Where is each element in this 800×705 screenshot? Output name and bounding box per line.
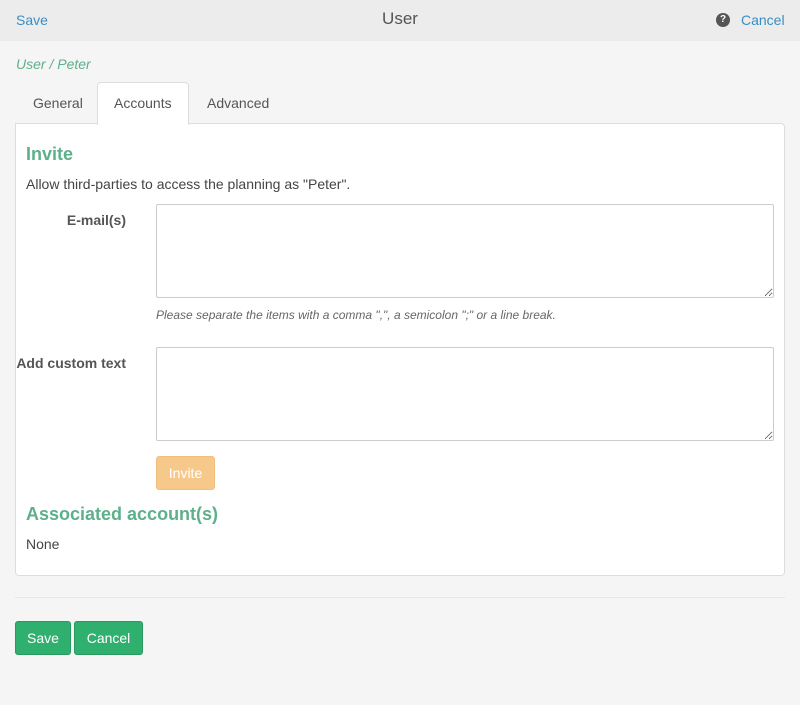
divider	[15, 597, 785, 598]
emails-label: E-mail(s)	[66, 212, 126, 228]
invite-button[interactable]: Invite	[156, 456, 215, 490]
save-button[interactable]: Save	[15, 621, 71, 655]
page-title: User	[382, 9, 418, 28]
custom-text-textarea[interactable]	[156, 347, 774, 441]
accounts-panel: Invite Allow third-parties to access the…	[15, 123, 785, 576]
emails-hint: Please separate the items with a comma "…	[156, 308, 556, 322]
breadcrumb: User / Peter	[16, 56, 91, 72]
help-icon[interactable]: ?	[716, 13, 730, 27]
associated-accounts-value: None	[26, 536, 60, 552]
top-save-link[interactable]: Save	[16, 12, 48, 28]
tab-advanced[interactable]: Advanced	[190, 82, 286, 124]
cancel-button[interactable]: Cancel	[74, 621, 143, 655]
tab-accounts[interactable]: Accounts	[97, 82, 189, 125]
associated-accounts-heading: Associated account(s)	[26, 504, 219, 524]
invite-description: Allow third-parties to access the planni…	[26, 176, 351, 192]
tab-general[interactable]: General	[16, 82, 100, 124]
invite-heading: Invite	[26, 144, 74, 164]
emails-textarea[interactable]	[156, 204, 774, 298]
top-cancel-link[interactable]: Cancel	[741, 12, 785, 28]
top-bar: Save User ? Cancel	[0, 0, 800, 41]
custom-text-label: Add custom text	[16, 355, 126, 371]
